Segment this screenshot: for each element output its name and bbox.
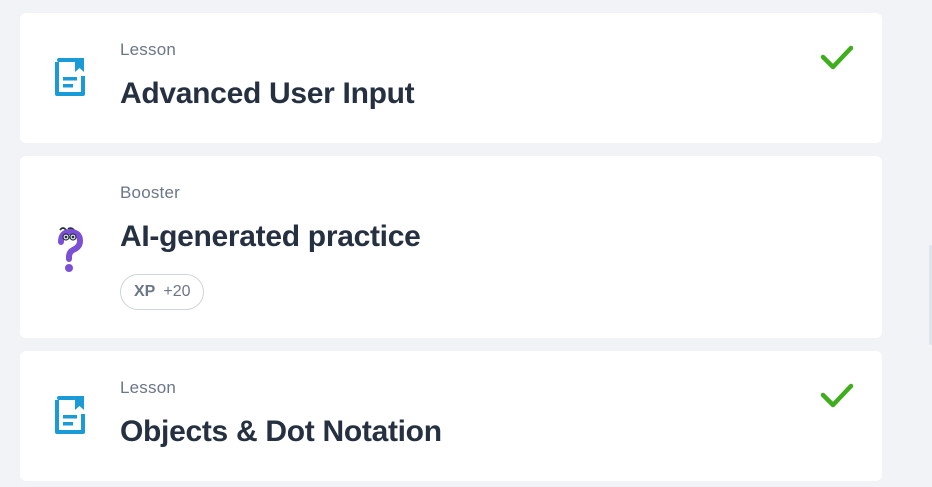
question-mark-character-icon	[58, 227, 84, 272]
lesson-document-icon	[55, 58, 85, 96]
lesson-card[interactable]: Lesson Objects & Dot Notation	[20, 351, 882, 481]
lesson-card[interactable]: Lesson Advanced User Input	[20, 13, 882, 143]
item-type-label: Lesson	[120, 40, 177, 59]
item-title: AI-generated practice	[120, 220, 421, 253]
xp-value: +20	[163, 283, 191, 300]
lesson-document-icon	[55, 396, 85, 434]
item-type-label: Lesson	[120, 378, 177, 397]
item-title: Advanced User Input	[120, 77, 415, 110]
checkmark-icon	[820, 45, 854, 70]
xp-reward-badge: XP +20	[120, 274, 205, 310]
item-type-label: Booster	[120, 183, 180, 202]
booster-card[interactable]: Booster AI-generated practice XP +20	[20, 156, 882, 338]
xp-label: XP	[134, 283, 156, 300]
checkmark-icon	[820, 383, 854, 408]
item-title: Objects & Dot Notation	[120, 415, 442, 448]
